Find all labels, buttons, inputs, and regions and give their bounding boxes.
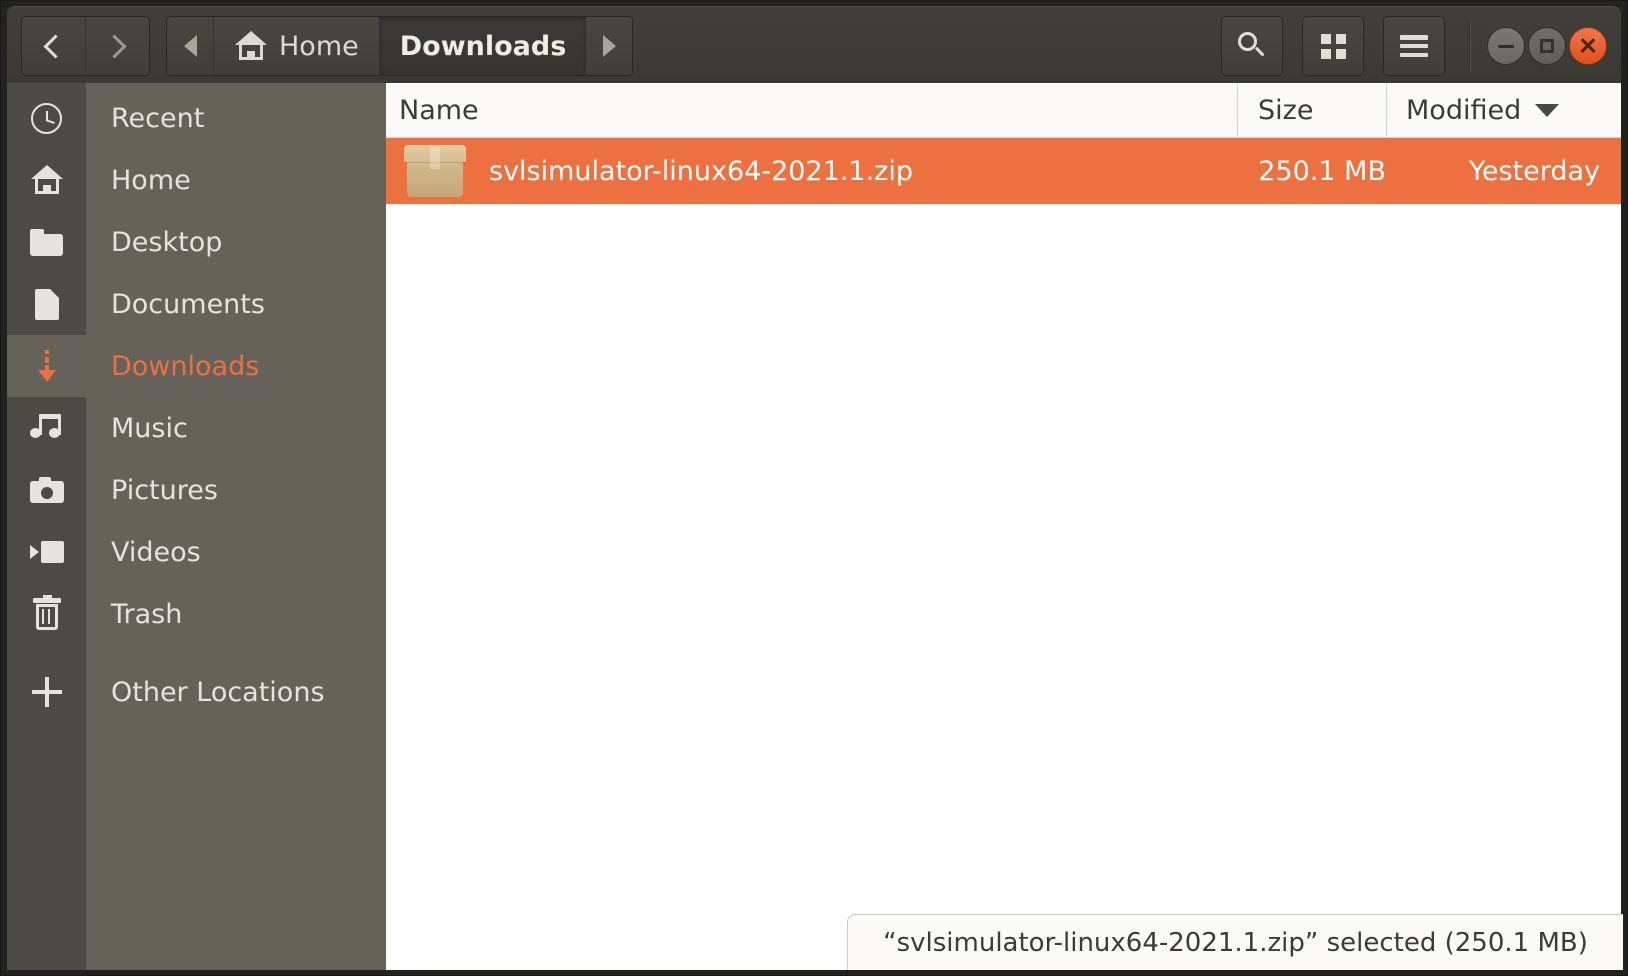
column-divider[interactable] xyxy=(1386,83,1387,138)
sidebar-item-documents[interactable]: Documents xyxy=(7,273,386,335)
breadcrumb-item-label: Home xyxy=(279,30,359,62)
sidebar-item-home[interactable]: Home xyxy=(7,149,386,211)
sidebar-item-label: Downloads xyxy=(111,350,260,382)
sidebar-item-desktop[interactable]: Desktop xyxy=(7,211,386,273)
sidebar-item-trash[interactable]: Trash xyxy=(7,583,386,645)
file-size-cell: 250.1 MB xyxy=(1258,155,1386,187)
clock-icon xyxy=(7,87,86,149)
maximize-button[interactable] xyxy=(1528,27,1566,65)
window-body: Recent Home Desktop Documents Downloads … xyxy=(7,83,1621,970)
file-name-cell: svlsimulator-linux64-2021.1.zip xyxy=(404,145,913,197)
header-bar: Home Downloads xyxy=(7,6,1621,83)
grid-view-icon xyxy=(1320,33,1346,59)
breadcrumb-scroll-right-button[interactable] xyxy=(586,17,633,75)
table-row[interactable]: svlsimulator-linux64-2021.1.zip 250.1 MB… xyxy=(386,138,1621,204)
file-manager-window: Home Downloads Recent Home Desktop Docum… xyxy=(0,0,1628,976)
document-icon xyxy=(7,273,86,335)
close-button[interactable] xyxy=(1569,27,1607,65)
home-icon xyxy=(7,149,86,211)
music-icon xyxy=(7,397,86,459)
sidebar-item-downloads[interactable]: Downloads xyxy=(7,335,386,397)
main-menu-button[interactable] xyxy=(1383,16,1445,76)
sidebar-item-label: Home xyxy=(111,164,191,196)
triangle-right-icon xyxy=(602,35,616,57)
forward-button[interactable] xyxy=(85,16,150,76)
column-divider[interactable] xyxy=(1237,83,1238,138)
download-icon xyxy=(7,335,86,397)
sidebar-item-music[interactable]: Music xyxy=(7,397,386,459)
sidebar-item-label: Other Locations xyxy=(111,676,325,708)
sidebar-item-videos[interactable]: Videos xyxy=(7,521,386,583)
video-icon xyxy=(7,521,86,583)
search-button[interactable] xyxy=(1221,16,1283,76)
sidebar-item-other-locations[interactable]: Other Locations xyxy=(7,661,386,723)
sidebar-item-label: Trash xyxy=(111,598,183,630)
plus-icon xyxy=(7,661,86,723)
breadcrumb-item-home[interactable]: Home xyxy=(213,17,379,75)
chevron-right-icon xyxy=(102,33,127,59)
sidebar: Recent Home Desktop Documents Downloads … xyxy=(7,83,386,970)
file-list-column-header: Name Size Modified xyxy=(386,83,1621,138)
column-header-name[interactable]: Name xyxy=(399,95,479,126)
column-header-modified-label: Modified xyxy=(1406,95,1522,126)
column-header-modified[interactable]: Modified xyxy=(1406,95,1560,126)
sidebar-item-label: Videos xyxy=(111,536,201,568)
sidebar-item-label: Pictures xyxy=(111,474,218,506)
search-icon xyxy=(1238,32,1266,60)
navigation-button-group xyxy=(21,16,150,76)
toolbar-separator xyxy=(1469,20,1471,72)
breadcrumb: Home Downloads xyxy=(166,16,634,76)
folder-icon xyxy=(7,211,86,273)
breadcrumb-item-downloads[interactable]: Downloads xyxy=(378,17,587,75)
chevron-left-icon xyxy=(43,33,68,59)
trash-icon xyxy=(7,583,86,645)
triangle-left-icon xyxy=(183,35,197,57)
caret-down-icon xyxy=(1535,104,1560,117)
camera-icon xyxy=(7,459,86,521)
sidebar-item-label: Music xyxy=(111,412,188,444)
archive-box-icon xyxy=(404,145,466,197)
back-button[interactable] xyxy=(21,16,86,76)
column-header-size[interactable]: Size xyxy=(1258,95,1313,126)
view-toggle-button[interactable] xyxy=(1302,16,1364,76)
sidebar-item-pictures[interactable]: Pictures xyxy=(7,459,386,521)
file-modified-cell: Yesterday xyxy=(1468,155,1600,187)
sidebar-item-recent[interactable]: Recent xyxy=(7,87,386,149)
minimize-button[interactable] xyxy=(1487,27,1525,65)
file-list-pane: Name Size Modified svlsimulator-linux64-… xyxy=(386,83,1621,970)
minimize-icon xyxy=(1498,44,1514,48)
hamburger-menu-icon xyxy=(1400,35,1428,57)
sidebar-item-label: Recent xyxy=(111,102,205,134)
breadcrumb-item-label: Downloads xyxy=(399,30,567,62)
maximize-icon xyxy=(1540,39,1554,53)
sidebar-item-label: Documents xyxy=(111,288,265,320)
breadcrumb-scroll-left-button[interactable] xyxy=(167,17,213,75)
file-name-label: svlsimulator-linux64-2021.1.zip xyxy=(489,155,913,187)
status-bar: “svlsimulator-linux64-2021.1.zip” select… xyxy=(847,914,1623,970)
sidebar-item-label: Desktop xyxy=(111,226,223,258)
home-icon xyxy=(234,31,268,61)
close-icon xyxy=(1579,37,1597,55)
status-bar-label: “svlsimulator-linux64-2021.1.zip” select… xyxy=(883,927,1588,958)
